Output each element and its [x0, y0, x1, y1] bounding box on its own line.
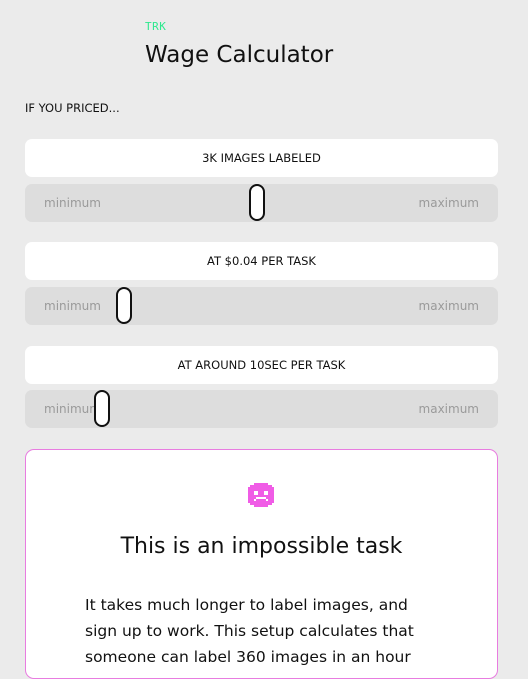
time-per-task-slider[interactable]: minimum maximum	[25, 390, 498, 428]
result-body-line: sign up to work. This setup calculates t…	[85, 622, 414, 640]
slider-thumb[interactable]	[116, 287, 133, 324]
slider-max-label: maximum	[418, 299, 479, 313]
images-labeled-slider[interactable]: minimum maximum	[25, 184, 498, 222]
result-title: This is an impossible task	[120, 534, 403, 559]
price-per-task-label: AT $0.04 PER TASK	[25, 242, 498, 280]
slider-thumb[interactable]	[93, 390, 110, 427]
slider-max-label: maximum	[418, 196, 479, 210]
logo: TRK	[145, 20, 167, 33]
result-body: It takes much longer to label images, an…	[85, 592, 435, 670]
time-per-task-label: AT AROUND 10SEC PER TASK	[25, 346, 498, 384]
result-body-line: It takes much longer to label images, an…	[85, 596, 408, 614]
result-body-line: someone can label 360 images in an hour	[85, 648, 411, 666]
slider-thumb[interactable]	[248, 184, 265, 221]
slider-min-label: minimum	[44, 196, 101, 210]
result-card: This is an impossible task It takes much…	[25, 449, 498, 679]
slider-min-label: minimum	[44, 299, 101, 313]
intro-text: IF YOU PRICED...	[25, 101, 120, 115]
price-per-task-slider[interactable]: minimum maximum	[25, 287, 498, 325]
slider-max-label: maximum	[418, 402, 479, 416]
page-title: Wage Calculator	[145, 42, 334, 68]
sad-face-icon	[248, 483, 274, 507]
slider-min-label: minimum	[44, 402, 101, 416]
images-labeled-label: 3K IMAGES LABELED	[25, 139, 498, 177]
